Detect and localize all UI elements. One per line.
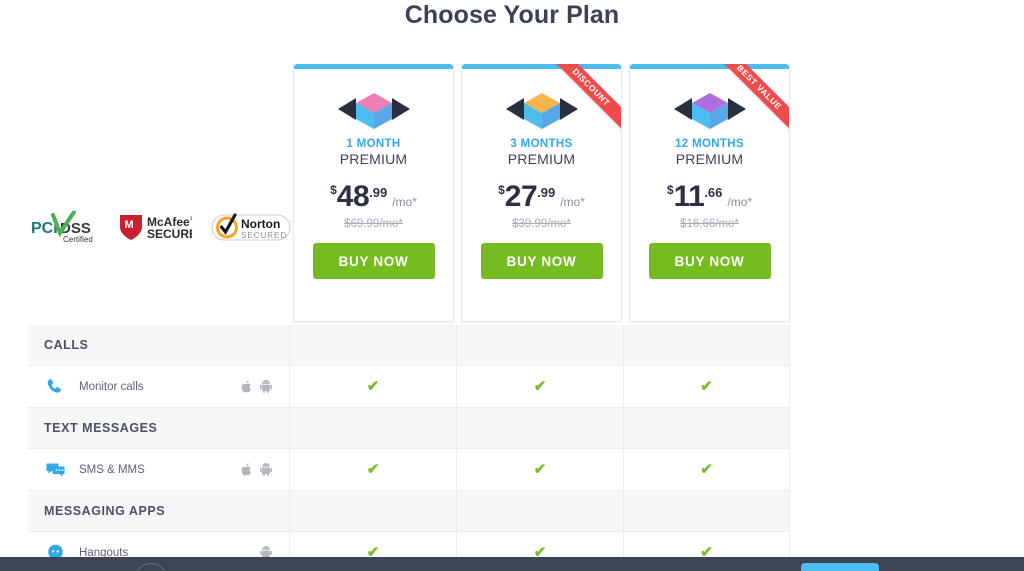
svg-text:PCI: PCI (31, 220, 58, 237)
price-period: /mo* (727, 195, 753, 209)
page-title: Choose Your Plan (404, 1, 620, 29)
buy-now-button[interactable]: BUY NOW (648, 243, 771, 279)
sms-icon (44, 460, 66, 480)
feature-label-cell: SMS & MMS (28, 449, 289, 490)
plan-old-price: $16.66/mo* (680, 218, 739, 230)
plan-cell (623, 408, 790, 448)
check-icon: ✔ (366, 461, 380, 478)
check-icon: ✔ (700, 378, 713, 395)
price-decimal: .99 (537, 185, 556, 200)
price-currency: $ (666, 183, 674, 197)
price-currency: $ (498, 183, 505, 197)
plan-cell (456, 408, 623, 448)
plan-cell (623, 491, 790, 531)
feature-comparison-table: CALLS Monitor calls ✔ ✔ ✔ TEXT MESSAGES … (28, 325, 790, 571)
svg-text:Certified: Certified (63, 235, 93, 244)
feature-section-label-cell: MESSAGING APPS (28, 491, 289, 531)
plan-card-1-month[interactable]: 1 MONTH PREMIUM $48.99/mo* $69.99/mo* BU… (293, 64, 454, 322)
svg-text:SECURE: SECURE (147, 227, 192, 241)
feature-label-cell: Monitor calls (28, 366, 289, 407)
plan-name: PREMIUM (675, 151, 744, 167)
plan-name: PREMIUM (339, 151, 408, 167)
plan-old-price: $39.99/mo* (512, 218, 571, 230)
price-decimal: .66 (704, 185, 723, 200)
plan-cell (623, 325, 790, 365)
svg-text:Norton: Norton (241, 217, 280, 231)
mcafee-secure-badge: M McAfee ® SECURE (116, 211, 197, 250)
plan-cell: ✔ (289, 366, 456, 407)
check-icon: ✔ (366, 378, 380, 395)
plan-cell: ✔ (623, 366, 790, 407)
price-integer: 27 (504, 180, 538, 213)
plan-term: 1 MONTH (346, 138, 401, 150)
feature-name: Monitor calls (79, 380, 144, 393)
pricing-page: Choose Your Plan PCI DSS Certified M McA… (0, 0, 1024, 571)
plan-cell (456, 325, 623, 365)
svg-text:SECURED: SECURED (241, 231, 287, 240)
plan-cell: ✔ (289, 449, 456, 490)
android-icon (260, 380, 272, 393)
feature-name: SMS & MMS (79, 463, 145, 476)
plan-price: $48.99/mo* (294, 180, 453, 214)
plan-card-3-months[interactable]: DISCOUNT 3 MONTHS PREMIUM $27.99/mo* $39… (461, 64, 622, 322)
plan-cell (456, 491, 623, 531)
price-integer: 48 (336, 180, 370, 213)
section-title: CALLS (44, 338, 89, 352)
price-integer: 11 (673, 180, 705, 213)
platform-support-icons (224, 380, 289, 393)
android-icon (260, 463, 272, 476)
check-icon: ✔ (700, 461, 713, 478)
card-top-accent-bar (462, 64, 621, 69)
plan-cell (289, 491, 456, 531)
buy-now-button[interactable]: BUY NOW (480, 243, 603, 279)
feature-section-row: TEXT MESSAGES (28, 408, 790, 449)
plan-cell (289, 325, 456, 365)
svg-text:M: M (125, 219, 134, 231)
plan-cell (289, 408, 456, 448)
plan-price: $11.66/mo* (630, 180, 789, 214)
check-icon: ✔ (533, 378, 547, 395)
section-title: TEXT MESSAGES (44, 421, 158, 435)
norton-secured-badge: Norton SECURED (210, 211, 292, 250)
buy-now-button[interactable]: BUY NOW (312, 243, 435, 279)
plan-price: $27.99/mo* (462, 180, 621, 214)
plan-cube-logo-icon (673, 93, 746, 129)
footer-avatar (134, 563, 168, 571)
feature-section-label-cell: TEXT MESSAGES (28, 408, 289, 448)
check-icon: ✔ (533, 461, 547, 478)
plan-card-12-months[interactable]: BEST VALUE 12 MONTHS PREMIUM $11.66/mo* … (629, 64, 790, 322)
feature-section-row: CALLS (28, 325, 790, 366)
price-decimal: .99 (369, 185, 388, 200)
svg-text:®: ® (190, 216, 192, 223)
feature-section-label-cell: CALLS (28, 325, 289, 365)
trust-badges: PCI DSS Certified M McAfee ® SECURE Nort (30, 205, 291, 255)
card-top-accent-bar (630, 64, 789, 69)
pci-dss-certified-badge: PCI DSS Certified (30, 209, 98, 250)
apple-icon (241, 380, 251, 393)
footer-cta-button[interactable] (801, 563, 879, 571)
apple-icon (241, 463, 251, 476)
platform-support-icons (224, 463, 289, 476)
card-top-accent-bar (294, 64, 453, 69)
plan-old-price: $69.99/mo* (344, 218, 403, 230)
footer-bar (0, 557, 1024, 571)
price-period: /mo* (392, 195, 417, 209)
feature-row: Monitor calls ✔ ✔ ✔ (28, 366, 790, 408)
price-currency: $ (330, 183, 337, 197)
section-title: MESSAGING APPS (44, 504, 166, 518)
plan-cell: ✔ (456, 366, 623, 407)
plan-cube-logo-icon (337, 93, 410, 129)
plan-name: PREMIUM (507, 151, 576, 167)
plan-term: 3 MONTHS (510, 138, 573, 150)
phone-icon (44, 377, 66, 397)
plan-cube-logo-icon (505, 93, 578, 129)
plan-term: 12 MONTHS (675, 138, 744, 150)
feature-row: SMS & MMS ✔ ✔ ✔ (28, 449, 790, 491)
pricing-cards: 1 MONTH PREMIUM $48.99/mo* $69.99/mo* BU… (293, 64, 795, 322)
plan-cell: ✔ (456, 449, 623, 490)
price-period: /mo* (560, 195, 585, 209)
plan-cell: ✔ (623, 449, 790, 490)
feature-section-row: MESSAGING APPS (28, 491, 790, 532)
